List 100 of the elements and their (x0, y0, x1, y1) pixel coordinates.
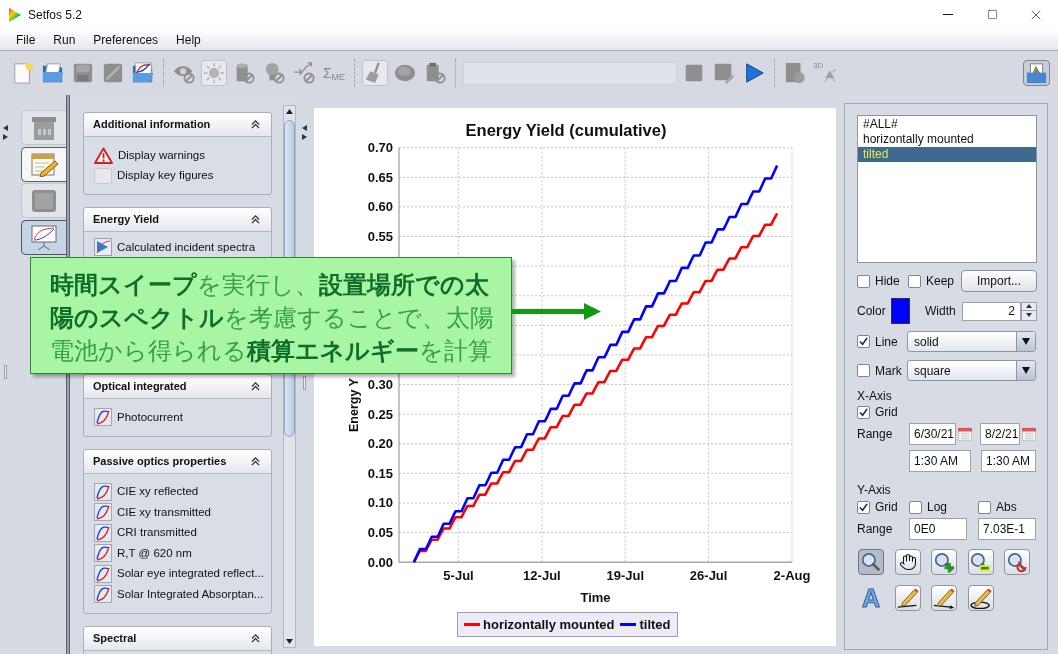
menu-item[interactable]: Run (44, 29, 85, 50)
import-button[interactable]: Import... (961, 270, 1037, 292)
drawing-tool-button[interactable] (894, 585, 921, 611)
slashed-square-icon (102, 62, 124, 84)
magnifier-plus-icon (933, 551, 955, 573)
sidebar-item[interactable]: Photocurrent (94, 407, 271, 428)
range-max-field[interactable]: 7.03E-1 (978, 518, 1036, 540)
checkbox-label: Line (875, 334, 898, 349)
date-field[interactable]: 6/30/21 (909, 423, 956, 445)
checkbox[interactable] (908, 274, 921, 288)
checkbox-label: Grid (875, 405, 898, 419)
scroll-down-button[interactable] (284, 636, 295, 647)
dropdown[interactable]: solid (907, 331, 1036, 352)
presentation-chart-icon (29, 224, 59, 250)
collapse-chevrons-icon[interactable] (251, 382, 260, 391)
checkmark-icon (859, 337, 868, 346)
checkbox[interactable] (857, 274, 870, 288)
section-header[interactable]: Passive optics properties (84, 449, 271, 474)
collapse-chevrons-icon[interactable] (251, 633, 260, 643)
section-header[interactable]: Optical integrated (84, 375, 271, 399)
bulb-off-icon (263, 62, 285, 84)
x-tick-label: 26-Jul (689, 568, 728, 583)
width-field[interactable]: 2 (962, 301, 1021, 321)
splitter-grip-icon[interactable] (3, 365, 7, 379)
split-arrows-icon[interactable] (2, 125, 8, 140)
legend-label: horizontally mounted (483, 615, 615, 634)
checkbox-label: Log (927, 500, 948, 514)
color-swatch[interactable] (891, 298, 910, 324)
sidebar-item[interactable]: Display key figures (94, 165, 271, 186)
sun-icon (203, 62, 225, 84)
maximize-icon (986, 9, 998, 20)
view-tab[interactable] (21, 146, 66, 182)
section-header[interactable]: Energy Yield (84, 208, 271, 232)
x-tick-label: 5-Jul (443, 568, 474, 583)
menu-item[interactable]: Preferences (84, 29, 168, 50)
screen-icon (29, 187, 59, 214)
collapse-chevrons-icon[interactable] (251, 215, 260, 224)
splitter-grip-icon[interactable] (302, 376, 306, 390)
x-axis-title: Time (580, 590, 611, 605)
split-arrows-icon[interactable] (301, 125, 307, 140)
sidebar-item[interactable]: Solar eye integrated reflect... (94, 563, 271, 584)
time-field[interactable]: 1:30 AM (909, 450, 971, 472)
checkbox[interactable] (857, 405, 870, 419)
y-tick-label: 0.70 (367, 140, 393, 156)
up-triangle-icon (286, 109, 293, 114)
date-field[interactable]: 8/2/21 (980, 423, 1020, 445)
drawing-tool-button[interactable] (931, 585, 957, 611)
magnifier-undo-icon (1006, 551, 1028, 573)
series-list-item[interactable]: tilted (858, 147, 1036, 162)
series-list-item[interactable]: horizontally mounted (858, 132, 1036, 147)
y-tick-label: 0.15 (367, 465, 393, 481)
square-pencil-icon (713, 62, 735, 84)
series-list-item[interactable]: #ALL# (858, 117, 1036, 132)
sidebar-item[interactable]: Solar Integrated Absorptan... (94, 584, 271, 605)
hand-icon (898, 553, 917, 571)
menu-item[interactable]: File (7, 29, 45, 50)
y-tick-label: 0.20 (367, 436, 393, 452)
dropdown[interactable]: square (907, 360, 1036, 381)
sidebar-item[interactable]: Display warnings (94, 145, 271, 166)
checkbox[interactable] (909, 500, 922, 514)
menu-item[interactable]: Help (167, 29, 210, 50)
arrows-off-icon (293, 62, 315, 84)
magnifier-icon (860, 551, 882, 573)
range-min-field[interactable]: 0E0 (909, 518, 967, 540)
sidebar-item[interactable]: Calculated incident spectra (94, 237, 271, 258)
time-field[interactable]: 1:30 AM (981, 450, 1036, 472)
toolbar-button[interactable] (1023, 60, 1050, 86)
sidebar-item[interactable]: CRI transmitted (94, 522, 271, 543)
curves-icon (94, 523, 112, 542)
calendar-icon[interactable] (1022, 427, 1036, 441)
checkbox[interactable] (857, 335, 870, 348)
image-folder-icon (1026, 62, 1047, 84)
checkbox[interactable] (978, 500, 991, 514)
sidebar-item[interactable]: CIE xy transmitted (94, 502, 271, 523)
spin-up-button[interactable] (1021, 301, 1037, 311)
notepad-pencil-icon (29, 151, 59, 177)
view-tab[interactable] (21, 219, 66, 255)
cabinet-icon (29, 114, 59, 141)
warning-icon (94, 146, 113, 164)
section-header[interactable]: Additional information (84, 113, 271, 137)
pencil-arrow-icon (933, 587, 955, 609)
checkbox[interactable] (857, 364, 870, 377)
section-header[interactable]: Spectral (84, 626, 271, 651)
curves-icon (94, 564, 112, 583)
x-tick-label: 12-Jul (523, 568, 561, 583)
blob-icon (394, 62, 416, 84)
sidebar-item[interactable]: CIE xy reflected (94, 481, 271, 502)
play-icon (743, 62, 765, 84)
chart-tool-button[interactable] (894, 549, 921, 575)
y-axis-title: Energy Y (347, 378, 361, 432)
sidebar-item[interactable]: R,T @ 620 nm (94, 543, 271, 564)
collapse-chevrons-icon[interactable] (251, 120, 260, 129)
calendar-icon[interactable] (958, 427, 972, 441)
spin-down-button[interactable] (1021, 311, 1037, 321)
drawing-tool-button[interactable] (967, 585, 994, 611)
collapse-chevrons-icon[interactable] (251, 456, 260, 466)
spectrum-play-icon (94, 238, 112, 257)
checkmark-icon (859, 502, 868, 512)
checkbox[interactable] (857, 500, 870, 514)
scroll-up-button[interactable] (284, 106, 295, 117)
